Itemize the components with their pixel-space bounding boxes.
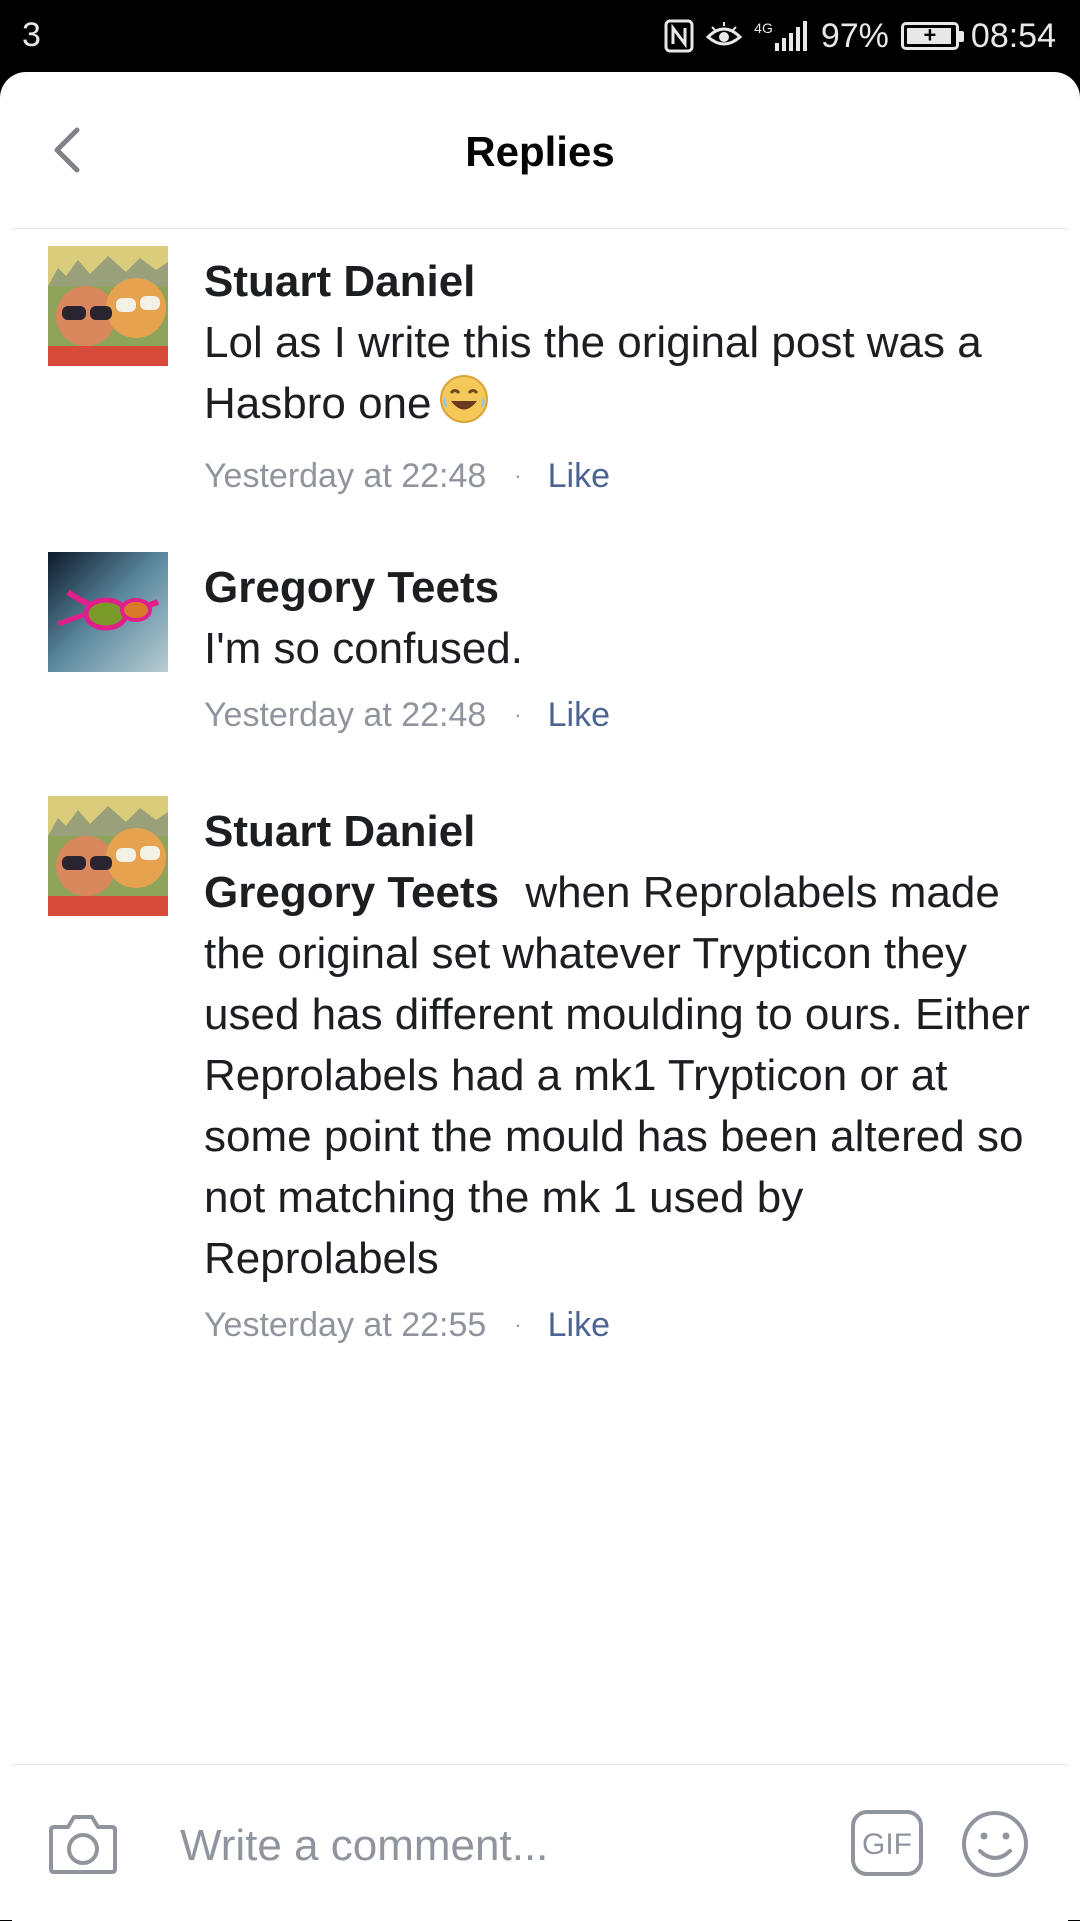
network-type-label: 4G: [754, 20, 773, 36]
eye-comfort-icon: [706, 21, 743, 51]
comment-item: Stuart Daniel Lol as I write this the or…: [0, 246, 1080, 552]
nfc-icon: [664, 19, 694, 53]
comment-timestamp: Yesterday at 22:48: [204, 457, 487, 495]
meta-separator: ·: [514, 702, 522, 727]
comment-body: Lol as I write this the original post wa…: [204, 318, 982, 428]
replies-sheet: Replies Stuart Daniel Lol as I write thi…: [0, 72, 1080, 1920]
avatar[interactable]: [48, 796, 168, 916]
comment-input[interactable]: [180, 1821, 820, 1871]
comment-text: Lol as I write this the original post wa…: [204, 312, 1040, 440]
battery-percent: 97%: [820, 16, 889, 55]
emoji-button[interactable]: [960, 1809, 1030, 1884]
status-icons: 4G 97% + 08:54: [664, 14, 1056, 58]
clock: 08:54: [970, 16, 1056, 55]
comment-list: Stuart Daniel Lol as I write this the or…: [0, 246, 1080, 1347]
comment-author[interactable]: Stuart Daniel: [204, 796, 1040, 862]
comment-timestamp: Yesterday at 22:48: [204, 696, 487, 734]
comment-text: Gregory Teets when Reprolabels made the …: [204, 862, 1040, 1289]
comment-meta: Yesterday at 22:55 · Like: [204, 1303, 1040, 1347]
comment-item: Gregory Teets I'm so confused. Yesterday…: [0, 552, 1080, 796]
laughing-tears-emoji-icon: [439, 374, 489, 440]
comment-author[interactable]: Gregory Teets: [204, 552, 1040, 618]
signal-icon: 4G: [754, 21, 809, 51]
avatar[interactable]: [48, 246, 168, 366]
meta-separator: ·: [514, 1312, 522, 1337]
comment-timestamp: Yesterday at 22:55: [204, 1306, 487, 1344]
comment-meta: Yesterday at 22:48 · Like: [204, 693, 1040, 737]
notification-count: 3: [22, 16, 41, 54]
page-title: Replies: [465, 128, 615, 175]
like-button[interactable]: Like: [548, 454, 610, 498]
comment-body: I'm so confused.: [204, 624, 523, 673]
comment-item: Stuart Daniel Gregory Teets when Reprola…: [0, 796, 1080, 1347]
gif-icon: GIF: [851, 1810, 923, 1876]
charging-plus-icon: +: [923, 22, 937, 48]
battery-icon: +: [900, 22, 964, 50]
header: Replies: [12, 72, 1068, 229]
avatar[interactable]: [48, 552, 168, 672]
comment-author[interactable]: Stuart Daniel: [204, 246, 1040, 312]
like-button[interactable]: Like: [548, 1303, 610, 1347]
comment-meta: Yesterday at 22:48 · Like: [204, 454, 1040, 498]
like-button[interactable]: Like: [548, 693, 610, 737]
comment-body: when Reprolabels made the original set w…: [204, 868, 1030, 1283]
camera-button[interactable]: [48, 1813, 118, 1880]
mention-link[interactable]: Gregory Teets: [204, 868, 499, 917]
comment-composer: GIF: [12, 1764, 1068, 1921]
smiley-icon: [962, 1811, 1028, 1877]
svg-text:GIF: GIF: [862, 1828, 912, 1861]
gif-button[interactable]: GIF: [850, 1809, 924, 1882]
status-bar: 3 4G 97% + 08:54: [0, 0, 1080, 74]
camera-icon: [49, 1815, 117, 1874]
meta-separator: ·: [514, 463, 522, 488]
